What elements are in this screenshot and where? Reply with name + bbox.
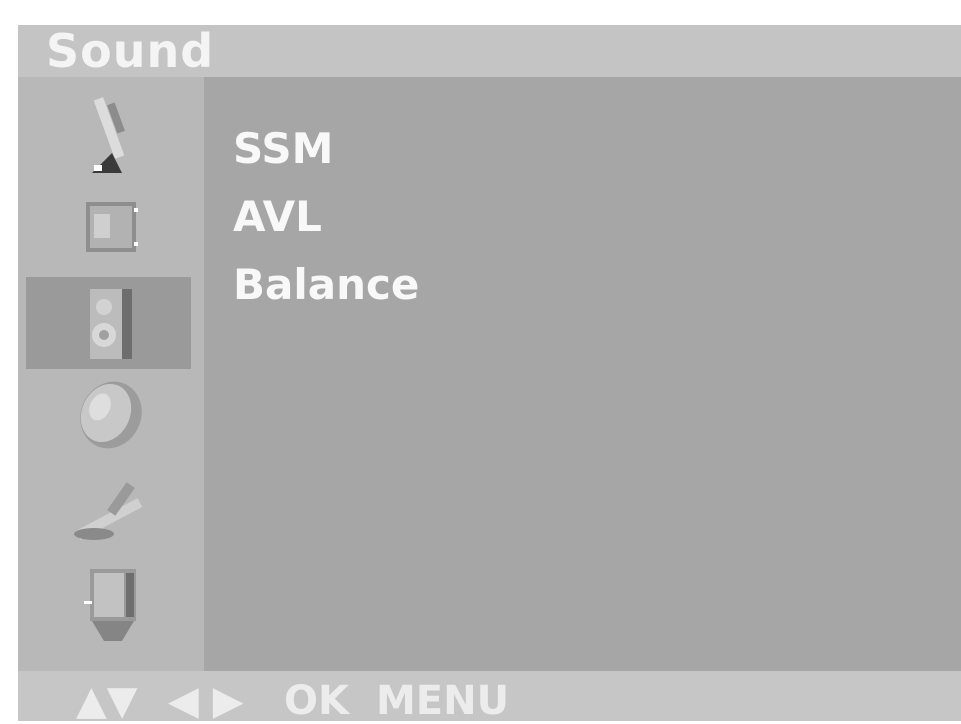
ok-hint: OK bbox=[284, 678, 349, 724]
category-sidebar bbox=[18, 77, 204, 671]
sidebar-item-sound[interactable] bbox=[26, 277, 191, 369]
sidebar-item-input[interactable] bbox=[26, 559, 191, 651]
sidebar-item-option[interactable] bbox=[26, 462, 191, 554]
menu-item-balance[interactable]: Balance bbox=[233, 251, 419, 319]
navigation-hint-bar: ▲▼ ◀ ▶ OK MENU bbox=[18, 671, 961, 724]
title-bar: Sound bbox=[18, 25, 961, 77]
sidebar-item-time[interactable] bbox=[26, 369, 191, 461]
updown-arrows-hint: ▲▼ bbox=[76, 678, 138, 724]
picture-screen-icon bbox=[85, 202, 138, 252]
menu-title: Sound bbox=[46, 24, 215, 78]
clock-icon bbox=[79, 381, 142, 449]
menu-item-ssm[interactable]: SSM bbox=[233, 115, 419, 183]
speaker-icon bbox=[89, 289, 132, 359]
sidebar-item-channel[interactable] bbox=[26, 87, 191, 179]
wrench-tool-icon bbox=[73, 482, 142, 540]
tv-input-icon bbox=[83, 569, 136, 641]
sound-options-list: SSM AVL Balance bbox=[233, 115, 419, 319]
satellite-antenna-icon bbox=[91, 97, 125, 173]
menu-item-avl[interactable]: AVL bbox=[233, 183, 419, 251]
menu-hint: MENU bbox=[376, 678, 510, 724]
leftright-arrows-hint: ◀ ▶ bbox=[168, 678, 244, 724]
sound-menu-window: Sound SSM AVL Balance ▲▼ ◀ ▶ OK MENU bbox=[18, 25, 961, 724]
sidebar-item-picture[interactable] bbox=[26, 182, 191, 274]
